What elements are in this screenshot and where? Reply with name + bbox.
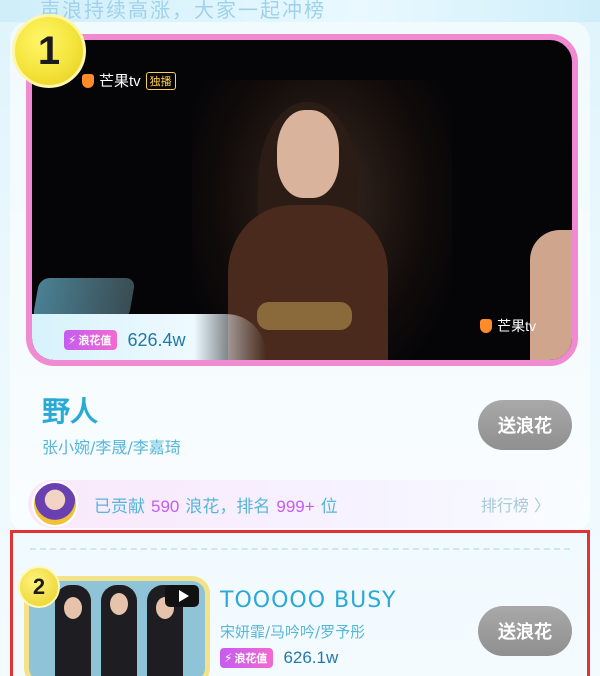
song-title-1[interactable]: 野人 (42, 390, 98, 430)
heat-badge-label: 浪花值 (78, 334, 112, 347)
rank-badge-1: 1 (12, 14, 86, 88)
rank-number-1: 1 (37, 28, 61, 73)
leaderboard-link[interactable]: 排行榜 〉 (481, 492, 550, 516)
play-icon[interactable] (165, 585, 199, 607)
rank-number-2: 2 (32, 574, 46, 599)
lightning-icon: ⚡ (68, 333, 77, 347)
heat-badge-label: 浪花值 (234, 652, 268, 665)
lightning-icon: ⚡ (224, 651, 233, 665)
heat-panel-1: ⚡ 浪花值 626.4w (32, 314, 266, 360)
send-wave-button-1[interactable]: 送浪花 (478, 400, 572, 450)
performer-head (277, 110, 339, 198)
heat-badge: ⚡ 浪花值 (220, 648, 274, 668)
heat-panel-2: ⚡ 浪花值 626.1w (220, 648, 338, 668)
send-wave-button-2[interactable]: 送浪花 (478, 606, 572, 656)
heat-value-1: 626.4w (127, 329, 186, 350)
watermark-logo: 芒果tv (480, 316, 536, 336)
performer-belt (257, 302, 352, 330)
contribution-text: 已贡献 590 浪花，排名 999+ 位 (94, 492, 338, 517)
mango-icon (480, 319, 493, 333)
song-title-2[interactable]: TOOOOO BUSY (220, 588, 397, 613)
song-artists-2: 宋妍霏/马吟吟/罗予彤 (220, 623, 366, 641)
heat-badge: ⚡ 浪花值 (64, 330, 118, 350)
contribution-bar: 已贡献 590 浪花，排名 999+ 位 排行榜 〉 (28, 480, 584, 528)
avatar[interactable] (32, 481, 78, 527)
channel-logo-text: 芒果tv (99, 73, 141, 90)
heat-value-2: 626.1w (283, 648, 339, 667)
channel-logo: 芒果tv 独播 (82, 70, 176, 91)
contribution-rank: 999+ (276, 496, 315, 516)
performer-face (110, 593, 128, 615)
watermark-logo-text: 芒果tv (497, 318, 536, 334)
contribution-suffix: 位 (320, 496, 338, 517)
exclusive-tag: 独播 (145, 71, 176, 90)
song-artists-1: 张小婉/李晟/李嘉琦 (42, 438, 181, 457)
top-banner: 声浪持续高涨，大家一起冲榜 (0, 0, 600, 22)
video-thumbnail-1[interactable]: 芒果tv 独播 芒果tv ⚡ 浪花值 626.4w (26, 34, 578, 366)
divider (30, 548, 570, 550)
side-performer (530, 230, 572, 360)
performer-face (64, 597, 82, 619)
contribution-prefix: 已贡献 (94, 496, 145, 517)
mango-icon (82, 73, 94, 88)
contribution-count: 590 (151, 496, 180, 516)
banner-text: 声浪持续高涨，大家一起冲榜 (40, 0, 326, 22)
contribution-unit: 浪花，排名 (185, 496, 271, 517)
rank-badge-2: 2 (18, 566, 60, 608)
